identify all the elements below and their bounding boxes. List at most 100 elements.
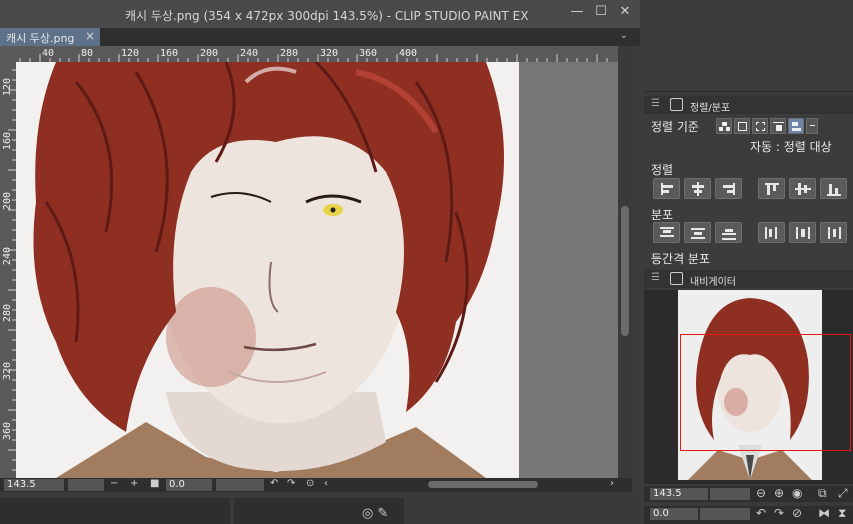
navigator-preview[interactable] bbox=[644, 290, 853, 484]
tab-overflow-icon[interactable]: ⌄ bbox=[620, 30, 628, 41]
ruler-horizontal: 40 80 120 160 200 240 280 320 360 400 bbox=[0, 46, 618, 62]
navigator-rotation-bar: 0.0 ↶ ↷ ⊘ ⧓ ⧗ bbox=[644, 506, 853, 524]
ruler-tick-label: 80 bbox=[81, 48, 94, 59]
reset-rotation-icon[interactable]: ⊙ bbox=[306, 478, 314, 489]
distribute-top-icon[interactable] bbox=[653, 222, 680, 243]
navigator-panel-title: 내비게이터 bbox=[690, 277, 736, 288]
document-tab[interactable]: 캐시 두상.png × bbox=[0, 28, 100, 46]
rotate-left-icon[interactable]: ↶ bbox=[270, 478, 278, 489]
navigator-zoom-field[interactable]: 143.5 bbox=[650, 488, 708, 500]
ruler-tick-label: 240 bbox=[2, 247, 13, 266]
ruler-tick-label: 360 bbox=[2, 422, 13, 441]
distribute-right-icon[interactable] bbox=[820, 222, 847, 243]
align-center-vertical-icon[interactable] bbox=[789, 178, 816, 199]
align-left-icon[interactable] bbox=[653, 178, 680, 199]
rotate-left-icon[interactable]: ↶ bbox=[756, 506, 766, 520]
scroll-right-icon[interactable]: › bbox=[610, 478, 614, 489]
ruler-tick-label: 240 bbox=[240, 48, 259, 59]
distribute-buttons bbox=[653, 222, 847, 243]
reset-rotation-icon[interactable]: ⊘ bbox=[792, 506, 802, 520]
align-basis-dropdown-icon[interactable] bbox=[806, 118, 818, 134]
ruler-tick-label: 120 bbox=[2, 78, 13, 97]
align-top-icon[interactable] bbox=[758, 178, 785, 199]
ruler-tick-label: 400 bbox=[399, 48, 418, 59]
ruler-tick-label: 200 bbox=[200, 48, 219, 59]
distribute-left-icon[interactable] bbox=[758, 222, 785, 243]
align-buttons bbox=[653, 178, 847, 199]
distribute-center-vertical-icon[interactable] bbox=[684, 222, 711, 243]
vertical-scrollbar[interactable] bbox=[618, 46, 632, 478]
align-basis-object-icon[interactable] bbox=[770, 118, 786, 134]
right-panel: ☰ 정렬/분포 정렬 기준 자동 : 정렬 대상 정렬 분포 등간격 분포 ☰ … bbox=[644, 0, 853, 524]
align-section-label: 정렬 bbox=[651, 163, 674, 177]
maximize-button[interactable]: ☐ bbox=[594, 5, 608, 19]
full-view-icon[interactable]: ⤢ bbox=[838, 486, 848, 501]
ruler-tick-label: 40 bbox=[42, 48, 55, 59]
scroll-left-icon[interactable]: ‹ bbox=[324, 478, 328, 489]
ruler-tick-label: 360 bbox=[359, 48, 378, 59]
panel-empty-area bbox=[644, 0, 853, 92]
ruler-tick-label: 320 bbox=[2, 362, 13, 381]
rotation-field[interactable]: 0.0 bbox=[166, 479, 212, 491]
align-basis-frame-icon[interactable] bbox=[752, 118, 768, 134]
actual-size-icon[interactable]: ◉ bbox=[792, 486, 802, 500]
navigator-zoom-bar: 143.5 ⊖ ⊕ ◉ ⧉ ⤢ bbox=[644, 486, 853, 502]
navigator-rotation-field[interactable]: 0.0 bbox=[650, 508, 698, 520]
artwork-canvas[interactable] bbox=[16, 62, 519, 478]
ruler-vertical-ticks bbox=[8, 69, 16, 471]
ruler-vertical: 120 160 200 240 280 320 360 bbox=[0, 62, 16, 478]
horizontal-scroll-thumb[interactable] bbox=[428, 481, 538, 488]
align-bottom-icon[interactable] bbox=[820, 178, 847, 199]
panel-menu-icon[interactable]: ☰ bbox=[651, 98, 660, 109]
navigator-panel-icon bbox=[670, 272, 683, 285]
align-basis-selection-icon[interactable] bbox=[716, 118, 732, 134]
auto-target-label: 자동 : 정렬 대상 bbox=[750, 140, 832, 154]
fit-window-icon[interactable]: ⧉ bbox=[818, 486, 827, 501]
distribute-center-horizontal-icon[interactable] bbox=[789, 222, 816, 243]
align-basis-canvas-icon[interactable] bbox=[734, 118, 750, 134]
flip-horizontal-icon[interactable]: ⧓ bbox=[818, 506, 830, 520]
bottom-tool-icons[interactable]: ◎ ✎ bbox=[362, 506, 388, 521]
align-basis-buttons bbox=[716, 118, 818, 134]
zoom-out-button[interactable]: − bbox=[110, 478, 118, 489]
align-panel-body: 정렬 기준 자동 : 정렬 대상 정렬 분포 등간격 분포 bbox=[644, 114, 853, 266]
navigator-rotation-slider[interactable] bbox=[700, 508, 750, 520]
zoom-out-icon[interactable]: ⊖ bbox=[756, 486, 766, 500]
vertical-scroll-thumb[interactable] bbox=[621, 206, 629, 336]
clip-studio-window: 캐시 두상.png (354 x 472px 300dpi 143.5%) - … bbox=[0, 0, 853, 524]
rotation-slider[interactable] bbox=[216, 479, 264, 491]
ruler-tick-label: 120 bbox=[121, 48, 140, 59]
rotate-right-icon[interactable]: ↷ bbox=[287, 478, 295, 489]
zoom-field[interactable]: 143.5 bbox=[4, 479, 64, 491]
minimize-button[interactable]: — bbox=[570, 5, 584, 19]
navigator-zoom-slider[interactable] bbox=[710, 488, 750, 500]
align-panel-icon bbox=[670, 98, 683, 111]
ruler-tick-label: 280 bbox=[280, 48, 299, 59]
align-panel-header[interactable]: ☰ 정렬/분포 bbox=[644, 96, 853, 114]
rotate-right-icon[interactable]: ↷ bbox=[774, 506, 784, 520]
fit-view-icon[interactable]: ■ bbox=[150, 478, 159, 489]
document-tab-label: 캐시 두상.png bbox=[6, 32, 75, 45]
character-portrait-illustration bbox=[33, 62, 504, 478]
navigator-panel-header[interactable]: ☰ 내비게이터 bbox=[644, 270, 853, 288]
align-basis-label: 정렬 기준 bbox=[651, 120, 699, 134]
zoom-in-button[interactable]: + bbox=[130, 478, 138, 489]
zoom-slider[interactable] bbox=[68, 479, 104, 491]
navigator-view-frame[interactable] bbox=[680, 334, 851, 451]
tab-close-icon[interactable]: × bbox=[85, 29, 95, 43]
align-panel-title: 정렬/분포 bbox=[690, 103, 731, 114]
close-button[interactable]: ✕ bbox=[618, 5, 632, 19]
align-center-horizontal-icon[interactable] bbox=[684, 178, 711, 199]
document-tab-bar: 캐시 두상.png × ⌄ bbox=[0, 28, 640, 46]
align-basis-auto-icon[interactable] bbox=[788, 118, 804, 134]
bottom-pane-left bbox=[0, 498, 230, 524]
panel-menu-icon[interactable]: ☰ bbox=[651, 272, 660, 283]
ruler-tick-label: 200 bbox=[2, 192, 13, 211]
distribute-bottom-icon[interactable] bbox=[715, 222, 742, 243]
zoom-in-icon[interactable]: ⊕ bbox=[774, 486, 784, 500]
ruler-tick-label: 280 bbox=[2, 304, 13, 323]
flip-vertical-icon[interactable]: ⧗ bbox=[838, 506, 846, 521]
canvas-viewport[interactable] bbox=[16, 62, 618, 478]
align-right-icon[interactable] bbox=[715, 178, 742, 199]
distribute-section-label: 분포 bbox=[651, 208, 674, 222]
